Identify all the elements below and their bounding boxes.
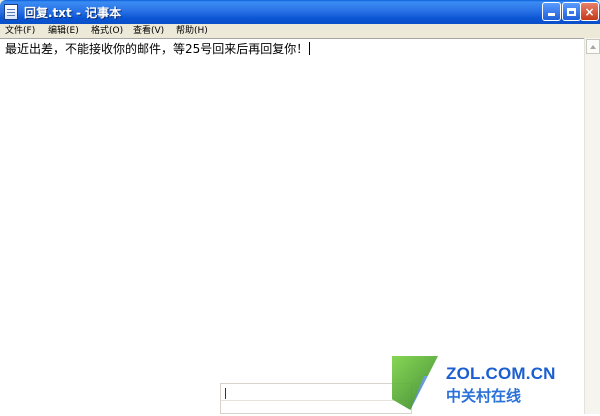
arrow-up-icon [590, 44, 596, 49]
minimize-button[interactable] [542, 2, 561, 21]
close-icon: × [584, 4, 595, 19]
zol-logo-icon [392, 356, 438, 410]
editor-text: 最近出差，不能接收你的邮件，等25号回来后再回复你！ [5, 42, 309, 56]
maximize-button[interactable] [562, 2, 581, 21]
maximize-icon [567, 7, 576, 16]
window-title: 回复.txt - 记事本 [24, 6, 122, 20]
watermark-site: ZOL.COM.CN [446, 364, 556, 383]
menu-format[interactable]: 格式(O) [91, 25, 123, 37]
scroll-up-button[interactable] [586, 39, 600, 54]
input-divider [221, 400, 411, 401]
watermark-name: 中关村在线 [446, 387, 522, 405]
menu-view[interactable]: 查看(V) [133, 25, 164, 37]
notepad-window: 回复.txt - 记事本 × 文件(F) 编辑(E) 格式(O) 查看(V) 帮… [0, 0, 600, 414]
menu-edit[interactable]: 编辑(E) [48, 25, 79, 37]
title-bar[interactable]: 回复.txt - 记事本 × [0, 0, 600, 24]
menu-file[interactable]: 文件(F) [5, 25, 35, 37]
notepad-app-icon[interactable] [4, 4, 18, 20]
menu-help[interactable]: 帮助(H) [176, 25, 208, 37]
menu-bar: 文件(F) 编辑(E) 格式(O) 查看(V) 帮助(H) [0, 24, 600, 38]
zol-watermark: ZOL.COM.CN 中关村在线 [390, 352, 600, 414]
input-caret [225, 388, 226, 399]
editor-text-line[interactable]: 最近出差，不能接收你的邮件，等25号回来后再回复你！ [5, 42, 311, 56]
minimize-icon [548, 13, 555, 16]
text-caret [309, 42, 311, 55]
input-box[interactable] [220, 383, 412, 414]
close-button[interactable]: × [580, 2, 599, 21]
